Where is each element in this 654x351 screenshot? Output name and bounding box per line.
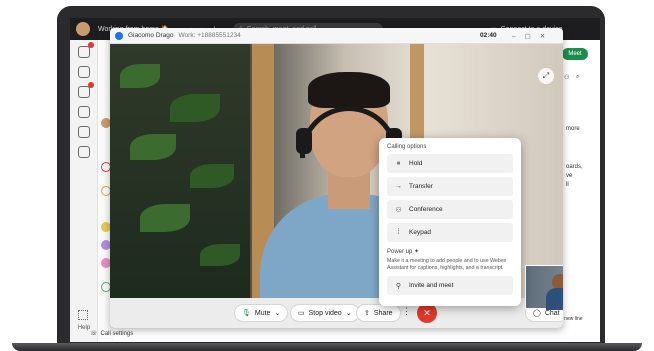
- call-duration: 02:40: [480, 32, 497, 39]
- conference-option[interactable]: ⚇ Conference: [387, 200, 513, 219]
- transfer-option[interactable]: → Transfer: [387, 177, 513, 196]
- contact-name: Giacomo Drago: [128, 32, 174, 39]
- laptop-stage: Working from home 🏠 ‹›+ ⌕ Search, meet, …: [0, 0, 654, 351]
- call-settings-link[interactable]: ☏ Call settings: [90, 330, 134, 338]
- panel-text: more: [566, 126, 580, 132]
- stop-video-label: Stop video: [308, 309, 342, 317]
- teams-icon[interactable]: [77, 66, 90, 78]
- webex-logo-icon: [115, 31, 123, 40]
- laptop-base: [12, 343, 642, 351]
- calling-options-header: Calling options: [387, 144, 427, 150]
- chevron-down-icon[interactable]: ⌄: [274, 309, 280, 317]
- end-call-button[interactable]: ✕: [417, 303, 437, 323]
- keypad-label: Keypad: [409, 229, 432, 236]
- power-up-icon: ✦: [414, 249, 420, 255]
- keypad-icon: ⁞: [397, 229, 400, 236]
- pause-icon: ⏸: [396, 159, 401, 167]
- user-avatar[interactable]: [76, 22, 90, 36]
- panel-text: e new line: [560, 316, 583, 322]
- work-number: Work: +18885551234: [178, 32, 241, 39]
- end-call-icon: ✕: [423, 307, 431, 318]
- contacts-icon[interactable]: [77, 82, 94, 98]
- mute-label: Mute: [254, 309, 271, 317]
- panel-text: ll: [566, 182, 569, 188]
- self-torso: [546, 288, 563, 310]
- share-button[interactable]: ⇪ Share: [356, 304, 401, 322]
- power-up-description: Make it a meeting to add people and to u…: [387, 258, 507, 271]
- messaging-icon[interactable]: [77, 42, 94, 58]
- call-window: Giacomo Drago Work: +18885551234 02:40 –…: [110, 28, 563, 328]
- invite-and-meet-button[interactable]: ⚲ Invite and meet: [387, 276, 513, 295]
- panel-text: oards,: [566, 164, 583, 170]
- stop-video-button[interactable]: ▭ Stop video ⌄: [290, 304, 360, 322]
- call-title-bar: Giacomo Drago Work: +18885551234 02:40 –…: [110, 28, 563, 44]
- chevron-down-icon[interactable]: ⌄: [346, 309, 352, 317]
- share-icon: ⇪: [364, 310, 370, 317]
- more-options-icon[interactable]: ⋮: [402, 306, 411, 317]
- camera-icon: ▭: [298, 310, 305, 317]
- expand-icon[interactable]: ⤢: [538, 68, 554, 84]
- call-settings-label: Call settings: [100, 330, 134, 337]
- self-view-video[interactable]: [525, 265, 563, 310]
- panel-text: ve: [566, 173, 573, 179]
- hold-label: Hold: [409, 160, 423, 167]
- phone-settings-icon: ☏: [90, 331, 98, 337]
- microphone-icon: 🎙: [242, 310, 251, 317]
- chat-icon: ◯: [533, 310, 541, 317]
- calendar-icon[interactable]: [77, 146, 90, 158]
- arrow-right-icon: →: [395, 183, 402, 190]
- conference-icon: ⚇: [395, 206, 402, 214]
- headset-ear: [296, 128, 312, 154]
- phone-icon[interactable]: [77, 106, 90, 118]
- invite-label: Invite and meet: [409, 282, 454, 289]
- apps-grid-icon[interactable]: [78, 310, 88, 320]
- person-add-icon: ⚲: [395, 282, 402, 290]
- hold-option[interactable]: ⏸ Hold: [387, 154, 513, 173]
- power-up-label: Power up: [387, 249, 413, 255]
- chat-label: Chat: [544, 309, 560, 317]
- calling-options-menu: Calling options ⏸ Hold → Transfer ⚇ Conf…: [379, 138, 521, 306]
- conference-label: Conference: [409, 206, 443, 213]
- meet-button[interactable]: Meet: [562, 48, 588, 60]
- left-rail: Help: [70, 40, 98, 342]
- search-icon[interactable]: ⌕: [576, 74, 579, 81]
- power-up-heading: Power up ✦: [387, 248, 513, 255]
- webex-window: Working from home 🏠 ‹›+ ⌕ Search, meet, …: [70, 18, 600, 342]
- keypad-option[interactable]: ⁞ Keypad: [387, 223, 513, 242]
- meetings-icon[interactable]: [77, 126, 90, 138]
- mute-button[interactable]: 🎙 Mute ⌄: [234, 304, 289, 322]
- transfer-label: Transfer: [409, 183, 433, 190]
- caller-hair: [308, 72, 390, 108]
- people-icon[interactable]: ⚇: [564, 74, 569, 81]
- window-controls-icon[interactable]: –▢✕: [512, 32, 554, 40]
- share-label: Share: [373, 309, 393, 317]
- right-panel: Meet ⚇ ⌕ more oards, ve ll e new line: [558, 40, 600, 342]
